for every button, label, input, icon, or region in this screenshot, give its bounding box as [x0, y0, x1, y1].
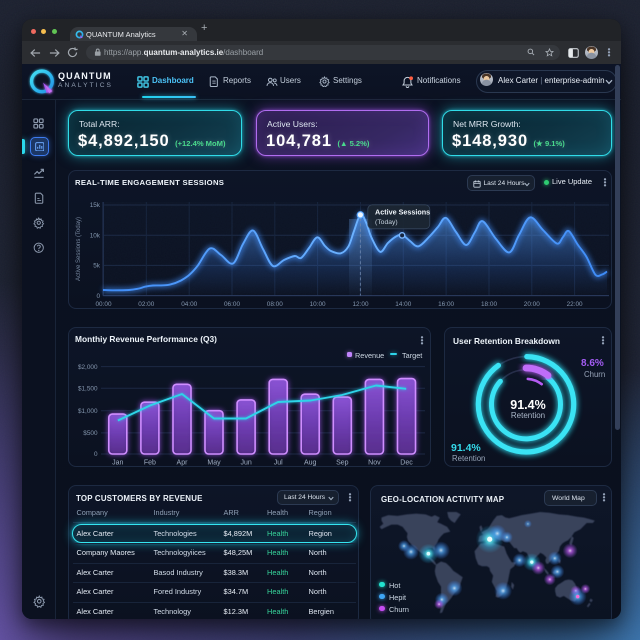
svg-text:15k: 15k [90, 202, 101, 209]
svg-text:06:00: 06:00 [224, 301, 240, 308]
svg-text:12:00: 12:00 [353, 301, 369, 308]
svg-text:20:00: 20:00 [524, 301, 540, 308]
svg-text:04:00: 04:00 [181, 301, 197, 308]
svg-text:0: 0 [94, 451, 98, 458]
svg-text:18:00: 18:00 [481, 301, 497, 308]
svg-text:Sep: Sep [336, 460, 349, 467]
svg-text:Dec: Dec [400, 460, 413, 467]
svg-text:08:00: 08:00 [267, 301, 283, 308]
svg-text:02:00: 02:00 [138, 301, 154, 308]
svg-text:Active Sessions: Active Sessions [375, 208, 430, 217]
svg-text:Nov: Nov [368, 460, 381, 467]
svg-text:$1,000: $1,000 [78, 408, 98, 415]
svg-text:Aug: Aug [304, 460, 317, 467]
svg-text:Jun: Jun [240, 460, 251, 467]
svg-text:$2,000: $2,000 [78, 364, 98, 371]
svg-text:10k: 10k [90, 232, 101, 239]
svg-text:Feb: Feb [144, 460, 156, 467]
svg-text:$500: $500 [83, 430, 98, 437]
svg-text:00:00: 00:00 [96, 301, 112, 308]
svg-text:Jul: Jul [274, 460, 283, 467]
svg-text:May: May [207, 460, 221, 467]
svg-text:$1,500: $1,500 [78, 386, 98, 393]
svg-text:Apr: Apr [177, 460, 189, 467]
svg-text:(Today): (Today) [375, 219, 398, 226]
svg-text:22:00: 22:00 [567, 301, 583, 308]
svg-text:14:00: 14:00 [395, 301, 411, 308]
svg-text:0: 0 [96, 293, 100, 300]
svg-text:Jan: Jan [112, 460, 123, 467]
svg-text:5k: 5k [93, 263, 101, 270]
svg-text:16:00: 16:00 [438, 301, 454, 308]
svg-text:10:00: 10:00 [310, 301, 326, 308]
